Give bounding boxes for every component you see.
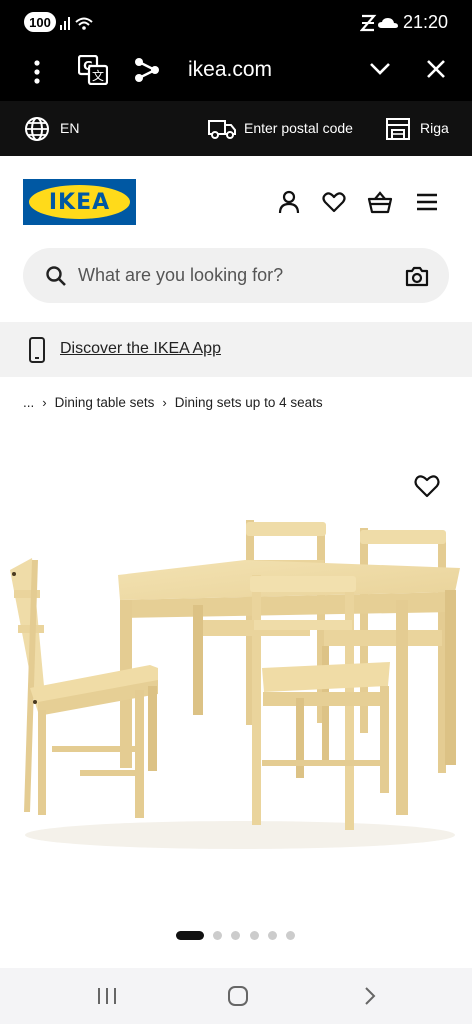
back-chevron-icon[interactable] xyxy=(363,986,377,1006)
chevron-right-icon: › xyxy=(162,394,167,410)
search-bar[interactable] xyxy=(23,248,449,303)
home-icon[interactable] xyxy=(227,985,249,1007)
favorites-heart-icon[interactable] xyxy=(321,189,347,215)
signal-wifi-icon xyxy=(60,17,93,30)
delivery-truck-icon xyxy=(208,120,236,139)
system-navigation-bar xyxy=(0,968,472,1024)
breadcrumb-dining-sets-4-seats[interactable]: Dining sets up to 4 seats xyxy=(175,395,323,410)
pagination-dot-active[interactable] xyxy=(176,931,204,940)
globe-icon xyxy=(25,117,49,141)
pagination-dot[interactable] xyxy=(250,931,259,940)
language-label: EN xyxy=(60,120,80,136)
pagination-dot[interactable] xyxy=(231,931,240,940)
smartphone-icon xyxy=(29,337,45,363)
battery-level: 100 xyxy=(29,14,51,30)
breadcrumb: ... › Dining table sets › Dining sets up… xyxy=(23,392,323,412)
shopping-bag-icon[interactable] xyxy=(367,189,393,215)
account-icon[interactable] xyxy=(276,189,302,215)
search-icon xyxy=(46,266,66,286)
share-icon[interactable] xyxy=(134,56,160,84)
translate-icon[interactable]: G 文 xyxy=(78,55,108,85)
pagination-dot[interactable] xyxy=(268,931,277,940)
gallery-pagination xyxy=(0,929,472,941)
chevron-down-icon[interactable] xyxy=(369,61,391,77)
search-input[interactable] xyxy=(78,248,388,303)
breadcrumb-dining-table-sets[interactable]: Dining table sets xyxy=(55,395,155,410)
close-icon[interactable] xyxy=(426,59,446,79)
menu-icon[interactable] xyxy=(414,189,440,215)
discover-app-link[interactable]: Discover the IKEA App xyxy=(60,340,221,358)
product-image[interactable] xyxy=(0,440,472,900)
camera-search-icon[interactable] xyxy=(405,265,429,287)
pagination-dot[interactable] xyxy=(213,931,222,940)
screen: 100 21:20 G 文 ikea.com EN Enter postal c… xyxy=(0,0,472,1024)
postal-code-label: Enter postal code xyxy=(244,120,353,136)
svg-text:文: 文 xyxy=(92,68,104,83)
store-icon xyxy=(386,118,410,140)
status-bar: 100 21:20 xyxy=(0,0,472,44)
recent-apps-icon[interactable] xyxy=(96,987,118,1005)
add-to-favorites-heart-icon[interactable] xyxy=(413,472,441,500)
breadcrumb-ellipsis[interactable]: ... xyxy=(23,395,34,410)
browser-toolbar: G 文 ikea.com xyxy=(0,44,472,101)
ikea-logo[interactable]: IKEA xyxy=(23,179,136,225)
app-banner: Discover the IKEA App xyxy=(0,322,472,377)
clock: 21:20 xyxy=(402,12,448,32)
address-bar-url[interactable]: ikea.com xyxy=(188,58,272,82)
logo-text: IKEA xyxy=(48,189,111,215)
notification-icons xyxy=(360,14,398,32)
store-label: Riga xyxy=(420,120,449,136)
pagination-dot[interactable] xyxy=(286,931,295,940)
chevron-right-icon: › xyxy=(42,394,47,410)
more-options-icon[interactable] xyxy=(30,58,44,86)
utility-bar: EN Enter postal code Riga xyxy=(0,101,472,156)
battery-indicator: 100 xyxy=(24,12,56,32)
